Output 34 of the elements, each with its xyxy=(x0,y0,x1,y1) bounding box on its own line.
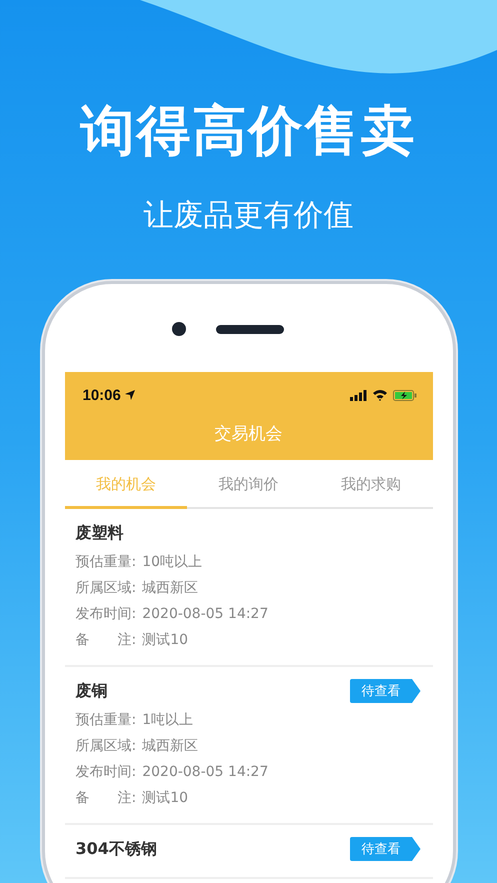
field-value: 测试10 xyxy=(142,790,188,806)
status-time: 10:06 xyxy=(82,386,121,404)
item-title: 304不锈钢 xyxy=(76,838,157,860)
tab[interactable]: 我的求购 xyxy=(310,460,433,509)
location-arrow-icon xyxy=(124,390,135,400)
field-label: 发布时间: xyxy=(76,764,136,780)
field-label: 备 注: xyxy=(76,790,136,806)
speaker-icon xyxy=(216,325,284,334)
field-value: 城西新区 xyxy=(142,738,198,754)
field-value: 10吨以上 xyxy=(142,554,202,570)
tab[interactable]: 我的询价 xyxy=(187,460,310,509)
signal-icon xyxy=(350,390,366,400)
battery-charging-icon xyxy=(392,390,416,400)
headline: 询得高价售卖 xyxy=(80,98,416,164)
field-label: 发布时间: xyxy=(76,606,136,622)
field-value: 2020-08-05 14:27 xyxy=(142,764,268,780)
field-label: 所属区域: xyxy=(76,580,136,596)
field-label: 备 注: xyxy=(76,632,136,648)
status-tag: 待查看 xyxy=(350,837,420,861)
field-label: 预估重量: xyxy=(76,712,136,728)
field-value: 城西新区 xyxy=(142,580,198,596)
field-label: 预估重量: xyxy=(76,554,136,570)
item-title: 废铜 xyxy=(76,680,108,702)
field-value: 测试10 xyxy=(142,632,188,648)
item-title: 废塑料 xyxy=(76,522,124,544)
wifi-icon xyxy=(372,389,388,401)
camera-icon xyxy=(172,322,186,336)
field-label: 所属区域: xyxy=(76,738,136,754)
subtitle: 让废品更有价值 xyxy=(144,197,354,235)
status-tag: 待查看 xyxy=(350,679,420,703)
field-value: 2020-08-05 14:27 xyxy=(142,606,268,622)
page-title: 交易机会 xyxy=(214,423,284,445)
field-value: 1吨以上 xyxy=(142,712,194,728)
tab[interactable]: 我的机会 xyxy=(64,460,188,509)
